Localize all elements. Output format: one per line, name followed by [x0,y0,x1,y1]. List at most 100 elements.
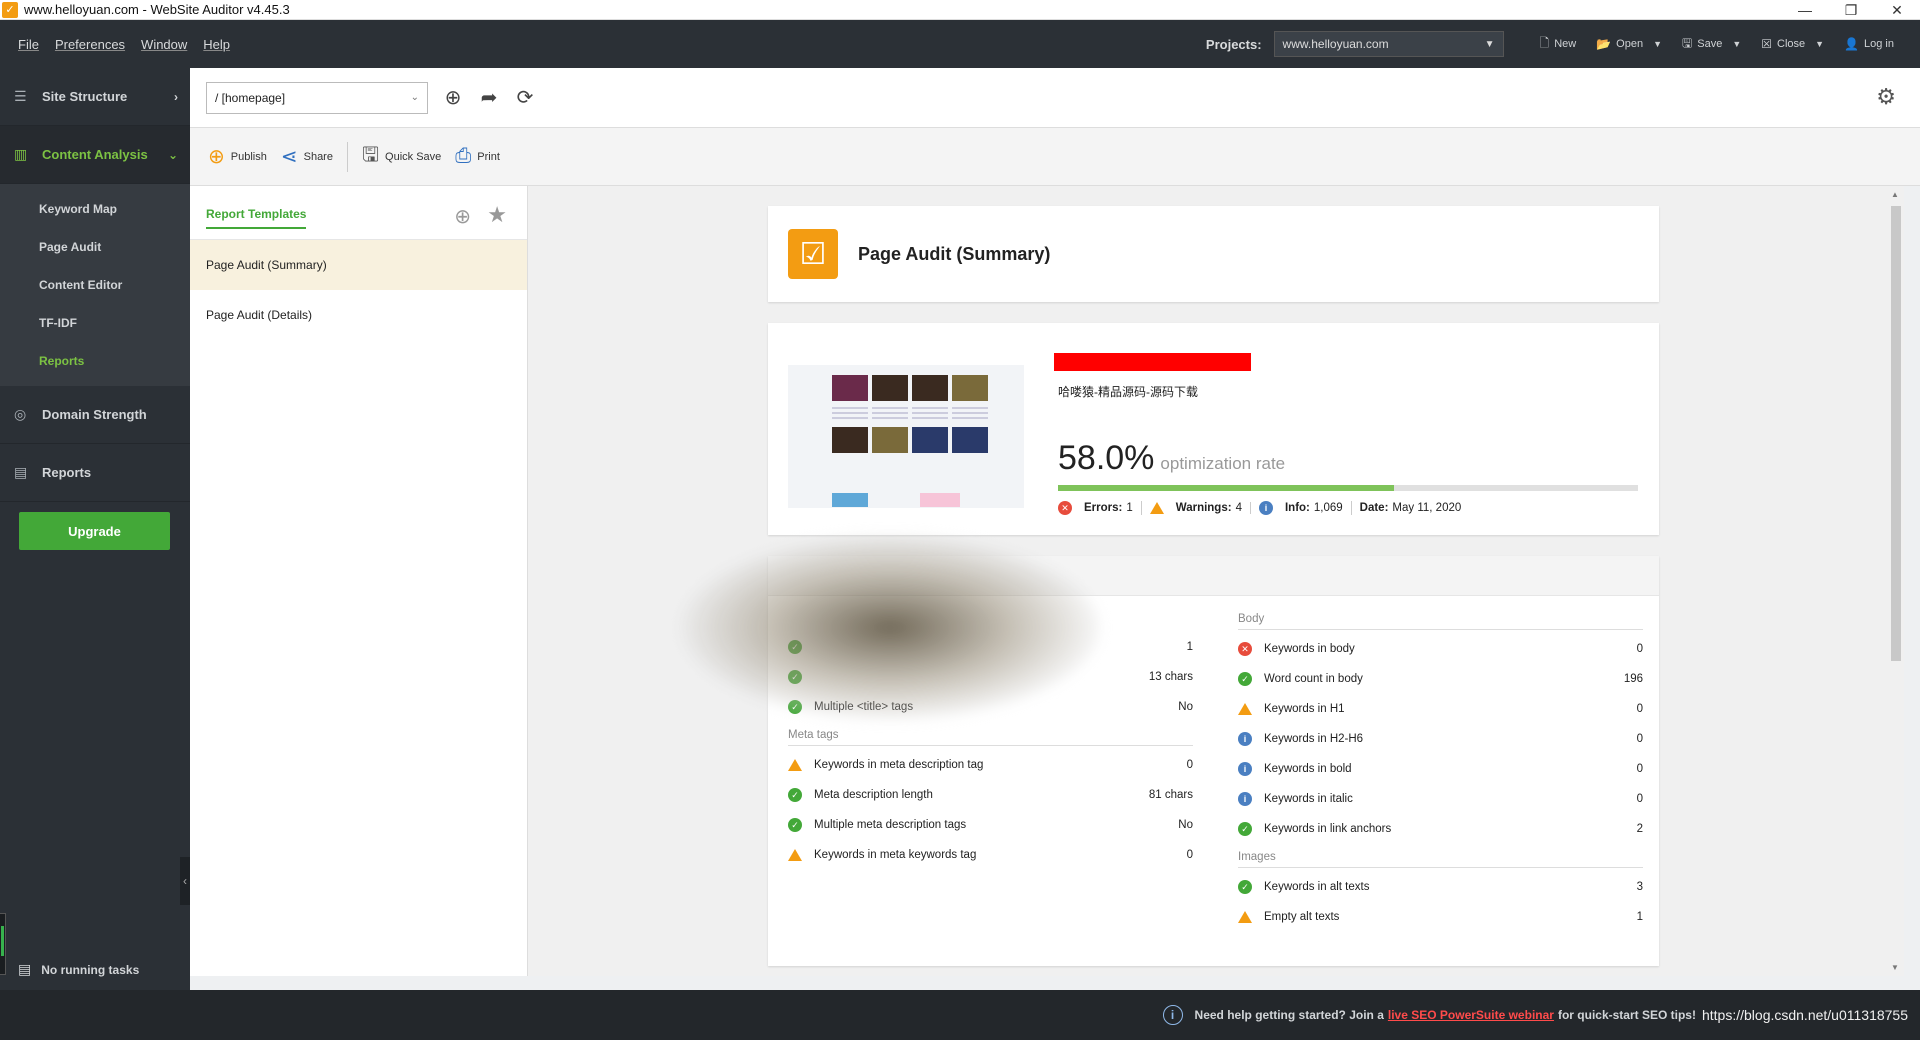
save-project-button[interactable]: 🖫 Save ▼ [1682,34,1741,55]
audit-row-label: Keywords in H2-H6 [1264,733,1364,745]
date-value: May 11, 2020 [1392,502,1462,514]
quick-save-button[interactable]: 🖫 Quick Save [362,140,441,174]
audit-row-label: Meta description length [814,789,933,801]
project-select[interactable]: www.helloyuan.com ▼ [1273,31,1504,57]
gear-icon[interactable]: ⚙ [1876,84,1896,110]
collapse-sidebar-button[interactable]: ‹ [180,857,190,905]
sidebar-item-content-editor[interactable]: Content Editor [0,266,190,304]
share-label: Share [303,150,333,163]
sidebar-item-page-audit[interactable]: Page Audit [0,228,190,266]
template-item-details[interactable]: Page Audit (Details) [190,290,527,340]
menu-window[interactable]: Window [141,37,187,52]
audit-row-value: 0 [1636,703,1643,715]
new-label: New [1554,38,1577,50]
menu-file[interactable]: File [18,37,39,52]
sidebar-item-reports[interactable]: Reports [0,342,190,380]
info-icon: i [1238,792,1252,806]
audit-row-label: Keywords in italic [1264,793,1353,805]
right-column: Body ✕ Keywords in body 0 ✓ Word count in bo… [1238,606,1643,932]
new-file-icon: 🗋 [1539,35,1550,50]
errors-label: Errors: [1084,502,1123,514]
sidebar-item-keyword-map[interactable]: Keyword Map [0,190,190,228]
audit-row-value: 0 [1186,759,1193,771]
folder-icon: 📂 [1596,37,1612,51]
audit-row-label: Keywords in link anchors [1264,823,1392,835]
side-panel-handle[interactable] [0,913,6,975]
audit-row-value: 0 [1636,793,1643,805]
sidebar-label: Domain Strength [42,407,147,422]
thumbnail-text [952,407,988,421]
add-template-icon[interactable]: ⊕ [454,204,471,229]
audit-row-label: Keywords in H1 [1264,703,1345,715]
content-analysis-submenu: Keyword Map Page Audit Content Editor TF… [0,184,190,386]
add-page-button[interactable]: ⊕ [442,87,464,109]
sidebar-content-analysis[interactable]: ▥ Content Analysis ⌄ [0,126,190,184]
login-button[interactable]: 👤 Log in [1844,37,1894,51]
print-button[interactable]: ⎙ Print [455,145,500,168]
info-value: 1,069 [1313,502,1343,514]
go-to-page-button[interactable]: ➦ [478,87,500,109]
content-analysis-icon: ▥ [14,146,28,162]
publish-button[interactable]: ⊕ Publish [208,144,267,169]
audit-row: Keywords in meta keywords tag 0 [788,840,1193,870]
audit-row-value: No [1178,819,1193,831]
print-label: Print [477,150,500,163]
side-panel-indicator [1,926,4,956]
menu-preferences[interactable]: Preferences [55,37,125,52]
audit-row-label: Keywords in bold [1264,763,1352,775]
sidebar: ☰ Site Structure › ▥ Content Analysis ⌄ … [0,68,190,990]
audit-row-value: 2 [1636,823,1643,835]
sidebar-item-tf-idf[interactable]: TF-IDF [0,304,190,342]
star-icon[interactable]: ★ [487,202,507,228]
close-window-button[interactable]: ✕ [1874,0,1920,20]
scroll-up-icon[interactable]: ▲ [1891,190,1899,199]
menu-help[interactable]: Help [203,37,230,52]
sidebar-site-structure[interactable]: ☰ Site Structure › [0,68,190,126]
report-icon: ▤ [14,464,28,480]
audit-row: ✓ Keywords in alt texts 3 [1238,872,1643,902]
info-label: Info: [1284,502,1310,514]
page-url-select[interactable]: / [homepage] ⌄ [206,81,428,114]
tab-report-templates[interactable]: Report Templates [206,207,307,229]
menubar-right: Projects: www.helloyuan.com ▼ 🗋 New 📂 Op… [1206,31,1904,57]
open-project-button[interactable]: 📂 Open ▼ [1596,37,1662,51]
site-name: 哈喽猿-精品源码-源码下载 [1058,385,1198,399]
restore-button[interactable]: ❐ [1828,0,1874,20]
thumbnail-text [912,407,948,421]
sidebar-label: Reports [42,465,92,480]
template-item-summary[interactable]: Page Audit (Summary) [190,240,527,290]
tasks-label: No running tasks [41,962,140,977]
share-button[interactable]: ⋖ Share [281,144,333,169]
refresh-button[interactable]: ⟳ [514,87,536,109]
scrollbar-thumb[interactable] [1891,206,1901,661]
chevron-down-icon: ▼ [1815,39,1825,49]
close-project-button[interactable]: ☒ Close ▼ [1761,37,1824,51]
errors-value: 1 [1126,502,1133,514]
tasks-icon: ▤ [18,961,32,977]
thumbnail-tile [832,375,868,401]
webinar-link[interactable]: live SEO PowerSuite webinar [1388,1008,1554,1022]
running-tasks[interactable]: ▤ No running tasks [18,961,139,978]
new-project-button[interactable]: 🗋 New [1540,34,1577,55]
report-title-card: ☑ Page Audit (Summary) [768,206,1659,302]
scroll-down-icon[interactable]: ▼ [1891,963,1899,972]
help-prefix: Need help getting started? Join a [1194,1008,1384,1022]
watermark: https://blog.csdn.net/u011318755 [1701,1007,1908,1023]
sidebar-domain-strength[interactable]: ◎ Domain Strength [0,386,190,444]
info-icon: i [1238,732,1252,746]
upgrade-button[interactable]: Upgrade [19,512,170,550]
check-icon: ✓ [1238,822,1252,836]
minimize-button[interactable]: — [1782,0,1828,20]
audit-row: ✓ Multiple meta description tags No [788,810,1193,840]
summary-card: 哈喽猿-精品源码-源码下载 58.0% optimization rate ✕ … [768,323,1659,535]
progress-fill [1058,485,1395,491]
report-scrollbar[interactable]: ▲ ▼ [1888,186,1904,976]
printer-icon: ⎙ [455,145,472,167]
window-titlebar: ✓ www.helloyuan.com - WebSite Auditor v4… [0,0,1920,20]
chevron-down-icon: ▼ [1653,39,1663,49]
thumbnail-tile [872,427,908,453]
warning-icon [1149,502,1164,514]
gauge-icon: ◎ [14,406,27,422]
group-images: Images [1238,846,1643,868]
sidebar-reports[interactable]: ▤ Reports [0,444,190,502]
